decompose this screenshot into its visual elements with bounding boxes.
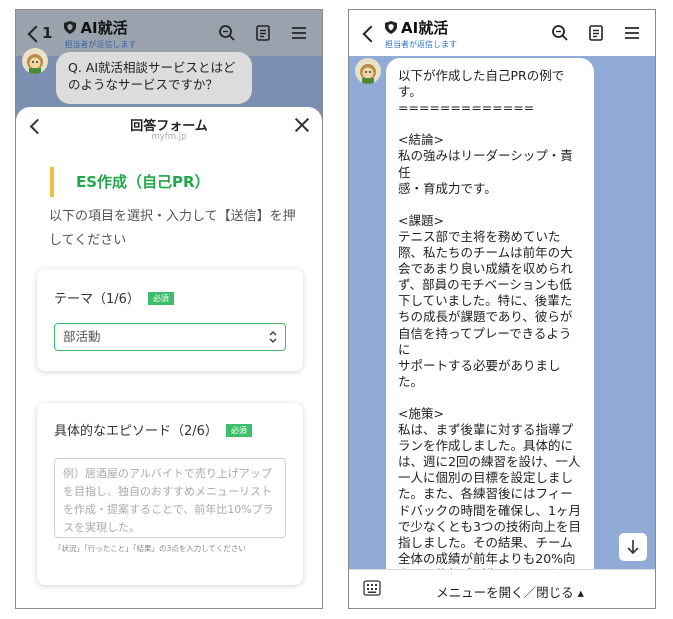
- shield-icon: [64, 20, 77, 34]
- episode-textarea[interactable]: 例）居酒屋のアルバイトで売り上げアップを目指し、独自のおすすめメニューリストを作…: [54, 458, 286, 538]
- chat-header: 1 AI就活 担当者が返信します: [16, 10, 322, 56]
- chat-title-block: AI就活 担当者が返信します: [385, 17, 457, 50]
- message-line: 全体の成績が前年よりも20%向: [398, 550, 576, 566]
- message-line: <施策>: [398, 405, 444, 421]
- back-icon[interactable]: [361, 26, 375, 40]
- menu-toggle-button[interactable]: メニューを開く／閉じる ▴: [349, 582, 655, 601]
- notes-icon[interactable]: [254, 24, 272, 42]
- message-line: 際、私たちのチームは前年の大: [398, 245, 573, 261]
- right-screen: AI就活 担当者が返信します 以下が作成した自己PRの例で す。 =========…: [348, 9, 656, 609]
- message-line: す。: [398, 84, 422, 100]
- message-line: 一人に個別の目標を設定しまし: [398, 470, 574, 486]
- message-line: テニス部で主将を務めていた: [398, 228, 561, 244]
- message-line: [398, 197, 582, 213]
- required-badge: 必須: [147, 292, 174, 305]
- form-header: 回答フォーム myfm.jp: [16, 107, 322, 147]
- message-line: 会であまり良い成績を収められ: [398, 261, 573, 277]
- message-line: ず、部員のモチベーションも低: [398, 277, 572, 293]
- message-line: 私の強みはリーダーシップ・責任: [398, 148, 573, 180]
- message-line: 感・育成力です。: [398, 180, 497, 196]
- notes-icon[interactable]: [587, 24, 605, 42]
- message-line: 下していました。特に、後輩た: [398, 293, 573, 309]
- message-line: サポートする必要がありまし: [398, 357, 561, 373]
- theme-select[interactable]: 部活動: [54, 323, 286, 351]
- chat-subtitle: 担当者が返信します: [64, 39, 137, 49]
- scroll-down-button[interactable]: [619, 533, 647, 561]
- message-line: <結論>: [398, 132, 444, 148]
- search-icon[interactable]: [218, 24, 236, 42]
- rich-menu-bar: メニューを開く／閉じる ▴: [349, 569, 655, 608]
- section-title: ES作成（自己PR）: [50, 167, 210, 197]
- form-intro: 以下の項目を選択・入力して【送信】を押してください: [49, 209, 296, 248]
- chat-title: AI就活: [80, 18, 128, 37]
- message-line: [398, 390, 582, 406]
- question-card-episode: 具体的なエピソード（2/6） 必須 例）居酒屋のアルバイトで売り上げアップを目指し…: [37, 403, 303, 585]
- theme-select-value: 部活動: [63, 329, 101, 344]
- question-card-theme: テーマ（1/6） 必須 部活動: [37, 269, 303, 371]
- chat-title: AI就活: [401, 18, 449, 37]
- message-line: ランを作成しました。具体的に: [398, 438, 574, 454]
- chat-title-block: AI就活 担当者が返信します: [64, 17, 136, 50]
- ai-message-bubble: 以下が作成した自己PRの例で す。 ============= <結論> 私の強みはリ…: [386, 58, 594, 580]
- message-line: ドバックの時間を確保し、1ヶ月: [398, 502, 581, 518]
- message-line: た。: [398, 373, 424, 389]
- message-line: は、週に2回の練習を設け、一人: [398, 454, 581, 470]
- message-line: 自信を持ってプレーできるように: [398, 325, 572, 357]
- chat-subtitle: 担当者が返信します: [385, 39, 457, 49]
- shield-icon: [385, 20, 397, 34]
- search-icon[interactable]: [551, 24, 569, 42]
- answer-form-sheet: 回答フォーム myfm.jp ES作成（自己PR） 以下の項目を選択・入力して【…: [16, 107, 322, 608]
- message-line: ちの成長が課題であり、彼らが: [398, 309, 573, 325]
- chat-header: AI就活 担当者が返信します: [349, 10, 655, 56]
- avatar[interactable]: [22, 48, 48, 74]
- select-arrows-icon: [269, 331, 277, 343]
- question-label-episode: 具体的なエピソード（2/6） 必須: [54, 420, 252, 439]
- episode-hint: 「状況」「行ったこと」「結果」の3点を入力してください: [54, 544, 246, 553]
- left-screen: 1 AI就活 担当者が返信します Q. AI就活相談サービスとはどのようなサービ…: [15, 9, 323, 609]
- message-line: =============: [398, 100, 535, 116]
- close-icon[interactable]: [294, 117, 310, 133]
- back-icon[interactable]: [26, 26, 40, 40]
- menu-icon[interactable]: [623, 24, 641, 42]
- message-line: 以下が作成した自己PRの例で: [398, 68, 565, 83]
- arrow-down-icon: [627, 540, 639, 555]
- message-line: [398, 116, 582, 132]
- question-bubble: Q. AI就活相談サービスとはどのようなサービスですか？: [56, 52, 252, 104]
- message-line: た。また、各練習後にはフィー: [398, 486, 573, 502]
- message-line: で少なくとも3つの技術向上を目: [398, 518, 581, 534]
- avatar[interactable]: [355, 58, 381, 84]
- question-label-theme: テーマ（1/6） 必須: [54, 288, 174, 307]
- required-badge: 必須: [225, 424, 252, 437]
- message-line: 指しました。その結果、チーム: [398, 534, 573, 550]
- menu-icon[interactable]: [290, 24, 308, 42]
- form-domain: myfm.jp: [151, 132, 187, 142]
- message-line: 私は、まず後輩に対する指導プ: [398, 422, 574, 438]
- message-line: <課題>: [398, 212, 444, 228]
